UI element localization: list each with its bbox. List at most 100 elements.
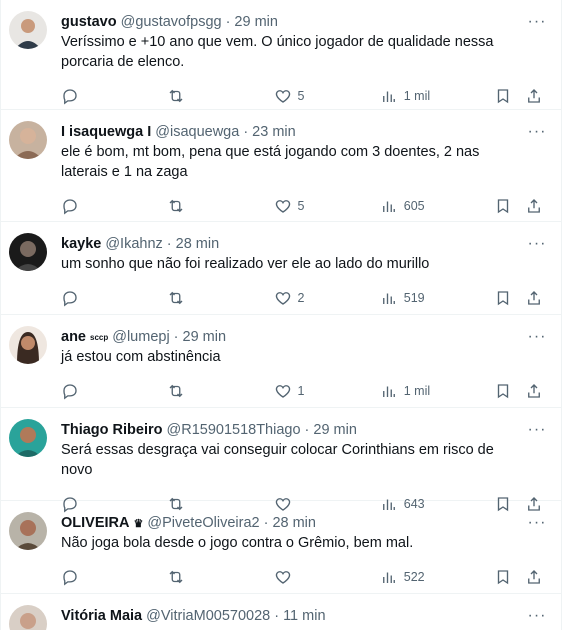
views-button[interactable]: 605 <box>380 197 494 215</box>
heart-icon <box>275 200 290 213</box>
repost-icon <box>169 570 183 584</box>
repost-button[interactable] <box>167 289 273 307</box>
share-button[interactable] <box>525 87 545 105</box>
avatar[interactable] <box>9 512 47 550</box>
repost-button[interactable] <box>167 87 273 105</box>
tweet[interactable]: kayke @Ikahnz · 28 min ··· um sonho que … <box>1 222 561 315</box>
reply-button[interactable] <box>61 382 167 400</box>
tweet[interactable]: Vitória Maia @VitriaM00570028 · 11 min ·… <box>1 594 561 630</box>
user-handle[interactable]: @gustavofpsgg <box>121 14 222 30</box>
views-button[interactable]: 1 mil <box>380 87 494 105</box>
bookmark-button[interactable] <box>494 87 525 105</box>
reply-timeline: gustavo @gustavofpsgg · 29 min ··· Verís… <box>0 0 562 630</box>
view-count: 1 mil <box>403 384 431 398</box>
user-handle[interactable]: @VitriaM00570028 <box>146 608 270 624</box>
separator-dot: · <box>304 422 310 438</box>
display-name[interactable]: ane <box>61 329 86 345</box>
share-button[interactable] <box>525 568 545 586</box>
heart-icon <box>275 571 290 584</box>
analytics-icon <box>382 91 395 102</box>
display-name[interactable]: Thiago Ribeiro <box>61 422 163 438</box>
tweet-header: OLIVEIRA ♛ @PiveteOliveira2 · 28 min <box>61 513 545 533</box>
tweet[interactable]: ane sccp @lumepj · 29 min ··· já estou c… <box>1 315 561 408</box>
display-name[interactable]: Vitória Maia <box>61 608 142 624</box>
timestamp[interactable]: 29 min <box>183 329 227 345</box>
avatar[interactable] <box>9 326 47 364</box>
repost-button[interactable] <box>167 568 273 586</box>
view-count: 522 <box>403 570 425 584</box>
reply-button[interactable] <box>61 289 167 307</box>
avatar[interactable] <box>9 121 47 159</box>
timestamp[interactable]: 11 min <box>283 608 325 624</box>
tweet-text: Veríssimo e +10 ano que vem. O único jog… <box>61 34 494 70</box>
views-button[interactable]: 519 <box>380 289 494 307</box>
display-name[interactable]: kayke <box>61 236 101 252</box>
bookmark-button[interactable] <box>494 289 525 307</box>
display-name[interactable]: OLIVEIRA <box>61 515 129 531</box>
separator-dot: · <box>225 14 231 30</box>
more-options-icon[interactable]: ··· <box>527 327 547 347</box>
user-handle[interactable]: @PiveteOliveira2 <box>147 515 259 531</box>
like-count: 5 <box>297 89 305 103</box>
more-options-icon[interactable]: ··· <box>527 12 547 32</box>
repost-button[interactable] <box>167 382 273 400</box>
share-button[interactable] <box>525 382 545 400</box>
repost-icon <box>169 199 183 213</box>
reply-icon <box>63 89 77 105</box>
avatar[interactable] <box>9 233 47 271</box>
reply-button[interactable] <box>61 87 167 105</box>
timestamp[interactable]: 29 min <box>234 14 278 30</box>
share-icon <box>528 291 541 305</box>
views-button[interactable]: 522 <box>380 568 494 586</box>
user-handle[interactable]: @isaquewga <box>155 124 239 140</box>
like-button[interactable]: 5 <box>274 87 380 105</box>
avatar[interactable] <box>9 419 47 457</box>
reply-button[interactable] <box>61 197 167 215</box>
share-button[interactable] <box>525 289 545 307</box>
more-options-icon[interactable]: ··· <box>527 122 547 142</box>
timestamp[interactable]: 28 min <box>272 515 316 531</box>
tweet-text: um sonho que não foi realizado ver ele a… <box>61 256 430 272</box>
tweet-header: Vitória Maia @VitriaM00570028 · 11 min <box>61 606 545 626</box>
display-name[interactable]: I isaquewga I <box>61 124 151 140</box>
tweet[interactable]: OLIVEIRA ♛ @PiveteOliveira2 · 28 min ···… <box>1 501 561 594</box>
more-options-icon[interactable]: ··· <box>527 234 547 254</box>
user-handle[interactable]: @R15901518Thiago <box>167 422 301 438</box>
reply-button[interactable] <box>61 568 167 586</box>
like-button[interactable] <box>274 568 380 586</box>
tweet[interactable]: gustavo @gustavofpsgg · 29 min ··· Verís… <box>1 0 561 110</box>
tweet[interactable]: I isaquewga I @isaquewga · 23 min ··· el… <box>1 110 561 222</box>
tweet-header: gustavo @gustavofpsgg · 29 min <box>61 12 545 32</box>
like-count: 1 <box>297 384 305 398</box>
timestamp[interactable]: 29 min <box>313 422 357 438</box>
user-handle[interactable]: @lumepj <box>112 329 169 345</box>
tweet[interactable]: Thiago Ribeiro @R15901518Thiago · 29 min… <box>1 408 561 513</box>
more-options-icon[interactable]: ··· <box>527 420 547 440</box>
share-icon <box>528 199 541 213</box>
view-count: 519 <box>403 291 425 305</box>
avatar[interactable] <box>9 605 47 630</box>
like-button[interactable]: 5 <box>274 197 380 215</box>
share-icon <box>528 384 541 398</box>
views-button[interactable]: 1 mil <box>380 382 494 400</box>
share-button[interactable] <box>525 197 545 215</box>
timestamp[interactable]: 23 min <box>252 124 296 140</box>
repost-button[interactable] <box>167 197 273 215</box>
display-name[interactable]: gustavo <box>61 14 117 30</box>
more-options-icon[interactable]: ··· <box>527 606 547 626</box>
like-button[interactable]: 2 <box>274 289 380 307</box>
timestamp[interactable]: 28 min <box>176 236 220 252</box>
like-button[interactable]: 1 <box>274 382 380 400</box>
avatar[interactable] <box>9 11 47 49</box>
analytics-icon <box>382 201 395 212</box>
user-handle[interactable]: @Ikahnz <box>105 236 162 252</box>
bookmark-button[interactable] <box>494 568 525 586</box>
repost-icon <box>169 291 183 305</box>
repost-icon <box>169 384 183 398</box>
more-options-icon[interactable]: ··· <box>527 513 547 533</box>
bookmark-button[interactable] <box>494 197 525 215</box>
reply-icon <box>63 384 77 400</box>
team-badge: sccp <box>90 332 109 342</box>
bookmark-button[interactable] <box>494 382 525 400</box>
view-count: 605 <box>403 199 425 213</box>
